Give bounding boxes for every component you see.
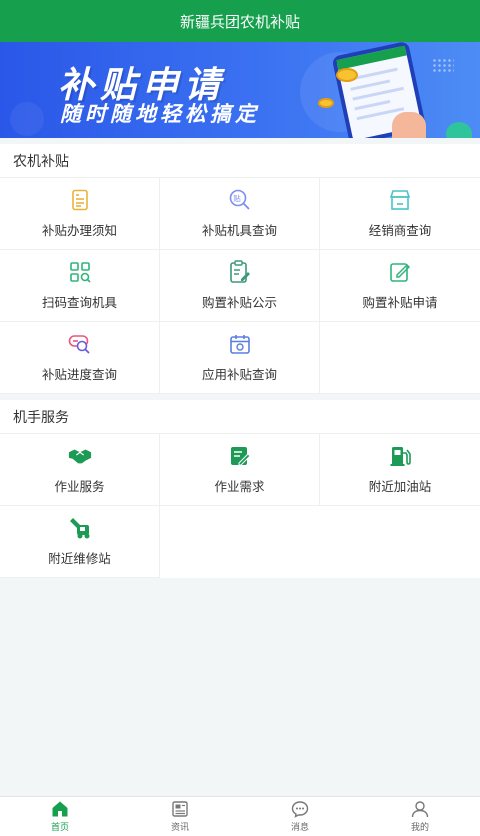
tab-profile[interactable]: 我的 <box>360 797 480 836</box>
menu-item-label: 应用补贴查询 <box>201 367 277 382</box>
tab-label: 资讯 <box>170 823 189 833</box>
empty-cell <box>320 322 480 394</box>
tab-label: 我的 <box>410 823 429 833</box>
repair-icon <box>68 516 92 540</box>
menu-item-label: 附近加油站 <box>368 479 432 494</box>
menu-item-work-demand[interactable]: 作业需求 <box>160 434 320 506</box>
tab-label: 首页 <box>50 823 69 833</box>
profile-icon <box>411 800 429 818</box>
banner-dots <box>432 58 454 72</box>
section-title: 农机补贴 <box>0 144 480 178</box>
menu-item-subsidy-progress-query[interactable]: 补贴进度查询 <box>0 322 160 394</box>
banner-decoration <box>10 102 44 136</box>
menu-item-applied-subsidy-query[interactable]: 应用补贴查询 <box>160 322 320 394</box>
plant-illustration <box>446 122 472 138</box>
menu-item-label: 作业服务 <box>54 479 105 494</box>
menu-item-label: 附近维修站 <box>48 551 111 566</box>
calendar-icon <box>228 332 252 356</box>
menu-item-label: 补贴办理须知 <box>41 223 117 238</box>
news-icon <box>171 800 189 818</box>
menu-item-work-service[interactable]: 作业服务 <box>0 434 160 506</box>
menu-item-nearby-repair-station[interactable]: 附近维修站 <box>0 506 160 578</box>
gas-station-icon <box>388 444 412 468</box>
hand-illustration <box>392 112 426 138</box>
edit-square-icon <box>388 260 412 284</box>
request-edit-icon <box>228 444 252 468</box>
section-operator-service: 机手服务 作业服务 作业需求 附近加油站 附近维修站 <box>0 400 480 578</box>
coin-illustration <box>336 68 358 82</box>
scan-grid-icon <box>68 260 92 284</box>
menu-item-purchase-subsidy-apply[interactable]: 购置补贴申请 <box>320 250 480 322</box>
tab-messages[interactable]: 消息 <box>240 797 360 836</box>
svg-text:贴: 贴 <box>233 193 241 203</box>
document-icon <box>68 188 92 212</box>
message-icon <box>291 800 309 818</box>
coin-illustration <box>318 98 334 108</box>
tab-home[interactable]: 首页 <box>0 797 120 836</box>
section-title: 机手服务 <box>0 400 480 434</box>
menu-item-subsidy-machine-query[interactable]: 贴 补贴机具查询 <box>160 178 320 250</box>
banner-subtitle: 随时随地轻松搞定 <box>60 102 260 126</box>
tab-label: 消息 <box>290 823 309 833</box>
subsidy-search-icon: 贴 <box>228 188 252 212</box>
bottom-tab-bar: 首页 资讯 消息 我的 <box>0 796 480 836</box>
handshake-icon <box>68 444 92 468</box>
app-title-bar: 新疆兵团农机补贴 <box>0 0 480 42</box>
menu-item-dealer-query[interactable]: 经销商查询 <box>320 178 480 250</box>
menu-item-purchase-subsidy-notice[interactable]: 购置补贴公示 <box>160 250 320 322</box>
menu-item-label: 购置补贴申请 <box>362 295 438 310</box>
subsidy-banner[interactable]: 补贴申请 随时随地轻松搞定 <box>0 42 480 138</box>
menu-item-label: 经销商查询 <box>368 223 432 238</box>
tab-news[interactable]: 资讯 <box>120 797 240 836</box>
menu-item-label: 扫码查询机具 <box>41 295 117 310</box>
menu-item-scan-query[interactable]: 扫码查询机具 <box>0 250 160 322</box>
menu-item-label: 作业需求 <box>214 479 265 494</box>
menu-item-nearby-gas-station[interactable]: 附近加油站 <box>320 434 480 506</box>
menu-item-label: 购置补贴公示 <box>201 295 277 310</box>
menu-item-subsidy-notice[interactable]: 补贴办理须知 <box>0 178 160 250</box>
section-farm-subsidy: 农机补贴 补贴办理须知 贴 补贴机具查询 经销商查询 扫码查询机具 购置补贴公示… <box>0 144 480 394</box>
menu-item-label: 补贴机具查询 <box>201 223 277 238</box>
store-icon <box>388 188 412 212</box>
home-icon <box>51 800 69 818</box>
clipboard-edit-icon <box>228 260 252 284</box>
app-title: 新疆兵团农机补贴 <box>179 12 300 31</box>
menu-item-label: 补贴进度查询 <box>41 367 117 382</box>
progress-search-icon <box>68 332 92 356</box>
